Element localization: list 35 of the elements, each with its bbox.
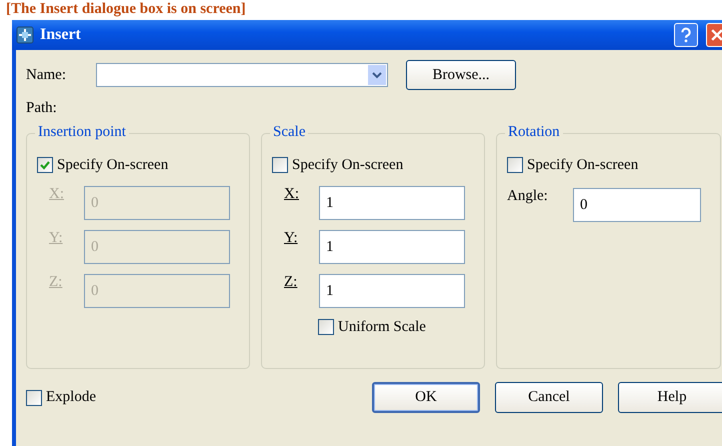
field-label: X: (283, 186, 300, 203)
window-title: Insert (40, 26, 81, 44)
close-icon (708, 27, 722, 43)
group-title: Insertion point (35, 124, 129, 141)
input-field[interactable]: 1 (319, 186, 465, 220)
checkbox[interactable] (272, 157, 288, 173)
checkbox-label: Uniform Scale (338, 318, 426, 336)
name-label: Name: (26, 66, 67, 84)
caption-text: [The Insert dialogue box is on screen] (5, 0, 247, 19)
field-label: Z: (283, 274, 298, 291)
path-label: Path: (26, 100, 58, 118)
checkbox-label: Explode (46, 389, 96, 406)
dialog-button[interactable]: Help (618, 382, 722, 413)
name-dropdown[interactable] (96, 63, 388, 87)
field-label: Angle: (507, 188, 549, 205)
field-label: Y: (283, 230, 299, 247)
checkbox[interactable] (37, 157, 53, 173)
checkbox[interactable] (318, 319, 334, 335)
block-icon (16, 26, 34, 44)
dialog-button[interactable]: OK (372, 382, 480, 413)
checkbox-label: Specify On-screen (57, 156, 168, 174)
field-label: Y: (48, 230, 64, 247)
checkbox-label: Specify On-screen (527, 156, 638, 174)
close-button[interactable] (706, 23, 722, 47)
input-field[interactable]: 1 (319, 230, 465, 264)
field-label: Z: (48, 274, 64, 291)
help-button[interactable] (674, 23, 698, 47)
browse-button[interactable]: Browse... (406, 60, 516, 90)
checkbox-label: Specify On-screen (292, 156, 404, 174)
dialog-button[interactable]: Cancel (495, 382, 603, 413)
input-field[interactable]: 1 (319, 274, 465, 308)
input-field[interactable]: 0 (573, 188, 701, 222)
checkbox[interactable] (507, 157, 523, 173)
checkbox[interactable] (26, 390, 42, 406)
field-label: X: (48, 186, 65, 203)
